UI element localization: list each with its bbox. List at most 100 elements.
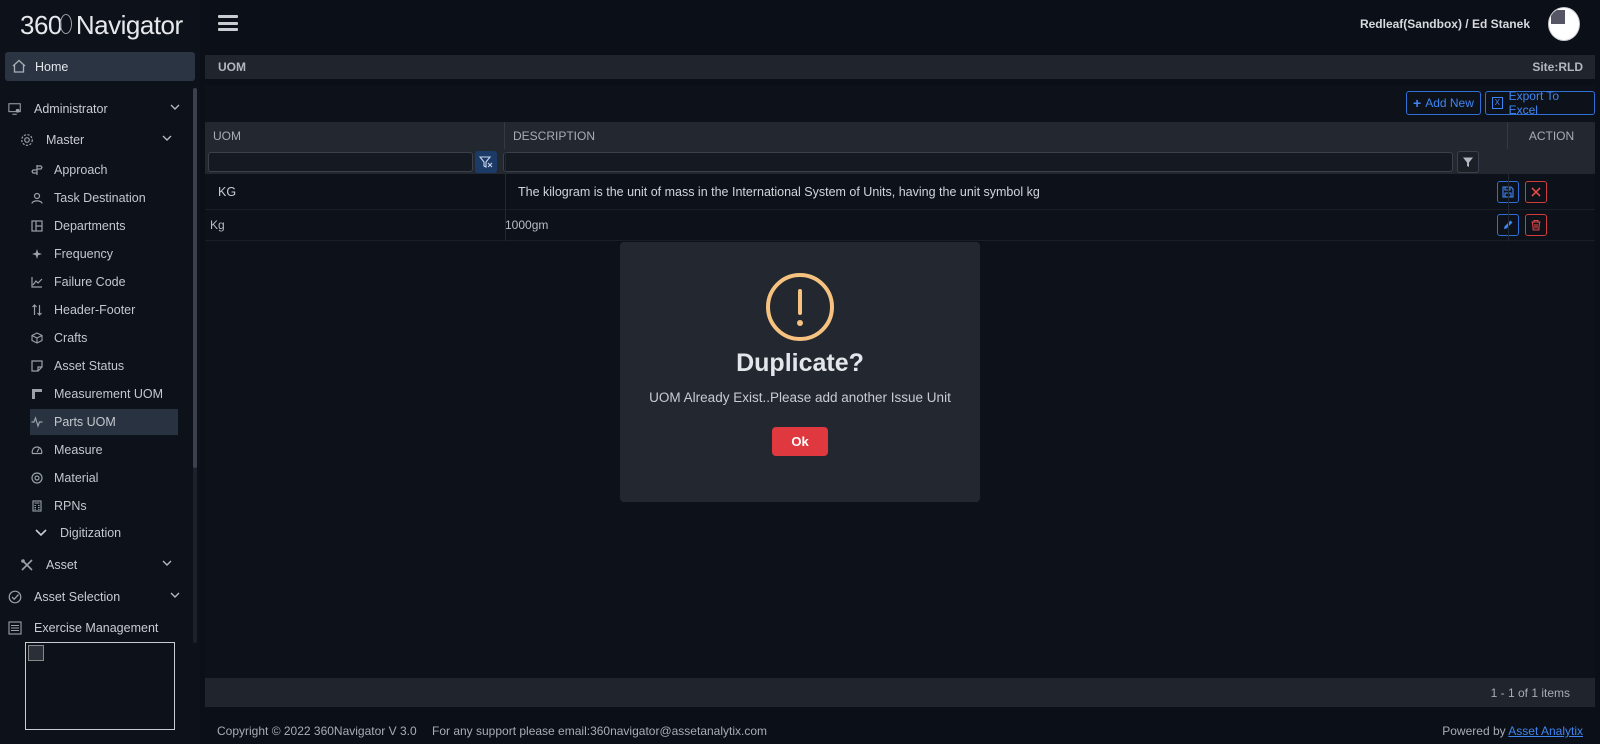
app-logo[interactable]: 360 Navigator: [0, 0, 200, 50]
sidebar-item-material[interactable]: Material: [30, 465, 178, 491]
sidebar-group-asset-selection[interactable]: Asset Selection: [8, 587, 180, 607]
target-icon: [30, 471, 44, 485]
sidebar-item-home[interactable]: Home: [5, 52, 195, 81]
sidebar-group-label: Exercise Management: [34, 621, 159, 635]
chevron-down-icon: [170, 104, 180, 114]
sidebar-scrollbar-thumb[interactable]: [193, 88, 197, 468]
sidebar-group-exercise-management[interactable]: Exercise Management: [8, 618, 183, 638]
sidebar-group-asset[interactable]: Asset: [20, 555, 172, 575]
clear-filter-icon[interactable]: [475, 151, 497, 173]
layout-icon: [30, 219, 44, 233]
excel-icon: X: [1492, 97, 1503, 109]
uom-filter-input[interactable]: [208, 152, 473, 172]
sidebar-item-label: Measurement UOM: [54, 387, 164, 401]
sidebar-item-departments[interactable]: Departments: [30, 213, 178, 239]
sidebar-group-label: Administrator: [34, 102, 108, 116]
column-header-description[interactable]: DESCRIPTION: [505, 122, 1508, 149]
grid-filter-row: [205, 149, 1595, 174]
cancel-button[interactable]: [1525, 181, 1547, 203]
sidebar-item-label: RPNs: [54, 499, 87, 513]
ruler-icon: [30, 387, 44, 401]
dialog-message: UOM Already Exist..Please add another Is…: [649, 390, 951, 405]
export-excel-button[interactable]: X Export To Excel: [1485, 89, 1595, 117]
table-row[interactable]: Kg 1000gm: [205, 210, 1595, 241]
sparkle-icon: [30, 247, 44, 261]
sidebar-item-label: Asset Status: [54, 359, 125, 373]
footer-left: Copyright © 2022 360Navigator V 3.0 For …: [217, 724, 767, 738]
copyright-text: Copyright © 2022 360Navigator V 3.0: [217, 724, 417, 738]
powered-by-text: Powered by: [1442, 724, 1506, 738]
filter-icon[interactable]: [1457, 151, 1479, 173]
column-header-uom[interactable]: UOM: [205, 122, 505, 149]
box-icon: [30, 331, 44, 345]
sidebar-item-parts-uom[interactable]: Parts UOM: [30, 409, 178, 435]
footer: Copyright © 2022 360Navigator V 3.0 For …: [205, 720, 1595, 742]
tools-icon: [20, 558, 34, 572]
uom-cell: Kg: [210, 218, 225, 232]
topbar: Redleaf(Sandbox) / Ed Stanek: [200, 0, 1600, 47]
sidebar-item-approach[interactable]: Approach: [30, 157, 178, 183]
sidebar-item-label: Task Destination: [54, 191, 146, 205]
column-divider: [505, 122, 506, 241]
sidebar-item-crafts[interactable]: Crafts: [30, 325, 178, 351]
sidebar-item-label: Frequency: [54, 247, 114, 261]
note-icon: [30, 359, 44, 373]
page-title: UOM: [218, 60, 246, 74]
pager-info: 1 - 1 of 1 items: [205, 678, 1595, 707]
user-icon: [30, 191, 44, 205]
user-label[interactable]: Redleaf(Sandbox) / Ed Stanek: [1360, 17, 1530, 31]
description-cell[interactable]: The kilogram is the unit of mass in the …: [518, 174, 1040, 209]
sidebar: 360 Navigator Home Administrator Master …: [0, 0, 200, 744]
sidebar-item-header-footer[interactable]: Header-Footer: [30, 297, 178, 323]
sidebar-item-label: Digitization: [60, 526, 122, 540]
sidebar-group-label: Asset: [46, 558, 78, 572]
line-chart-icon: [30, 275, 44, 289]
chevron-down-icon: [162, 560, 172, 570]
description-filter-input[interactable]: [503, 152, 1453, 172]
sidebar-group-administrator[interactable]: Administrator: [8, 99, 180, 119]
sidebar-item-digitization[interactable]: Digitization: [34, 520, 182, 546]
sidebar-item-label: Measure: [54, 443, 103, 457]
chevron-down-icon: [34, 526, 48, 540]
broken-image-icon: [28, 645, 44, 661]
column-divider: [1508, 122, 1509, 241]
sidebar-item-label: Approach: [54, 163, 108, 177]
list-icon: [8, 621, 22, 635]
add-new-label: Add New: [1425, 96, 1474, 110]
sidebar-group-master[interactable]: Master: [20, 130, 172, 150]
sidebar-item-frequency[interactable]: Frequency: [30, 241, 178, 267]
site-label: Site:RLD: [1532, 60, 1583, 74]
broken-image-icon: [1551, 10, 1565, 24]
asset-analytix-link[interactable]: Asset Analytix: [1508, 724, 1583, 738]
hamburger-menu-icon[interactable]: [218, 15, 238, 31]
sidebar-item-asset-status[interactable]: Asset Status: [30, 353, 178, 379]
sidebar-item-measurement-uom[interactable]: Measurement UOM: [30, 381, 178, 407]
warning-icon: [766, 273, 834, 341]
sidebar-image-placeholder: [25, 642, 175, 730]
avatar[interactable]: [1548, 7, 1580, 41]
sidebar-item-failure-code[interactable]: Failure Code: [30, 269, 178, 295]
sidebar-item-label: Crafts: [54, 331, 88, 345]
home-icon: [11, 58, 27, 74]
table-row-editing[interactable]: KG The kilogram is the unit of mass in t…: [205, 174, 1595, 210]
plus-icon: +: [1413, 95, 1422, 111]
grid-header: UOM DESCRIPTION ACTION: [205, 122, 1595, 149]
sidebar-item-label: Home: [35, 59, 69, 74]
add-new-button[interactable]: + Add New: [1406, 91, 1481, 115]
sort-arrows-icon: [30, 303, 44, 317]
uom-cell[interactable]: KG: [218, 174, 236, 209]
delete-button[interactable]: [1525, 214, 1547, 236]
sidebar-item-task-destination[interactable]: Task Destination: [30, 185, 178, 211]
breadcrumb: UOM Site:RLD: [205, 55, 1595, 79]
signpost-icon: [30, 163, 44, 177]
description-cell: 1000gm: [505, 218, 549, 232]
logo-text: Navigator: [75, 9, 183, 40]
ok-button[interactable]: Ok: [772, 427, 828, 456]
sidebar-item-rpns[interactable]: RPNs: [30, 493, 178, 519]
support-text: For any support please email:360navigato…: [431, 724, 768, 738]
sidebar-item-label: Failure Code: [54, 275, 126, 289]
sidebar-item-measure[interactable]: Measure: [30, 437, 178, 463]
chevron-down-icon: [162, 135, 172, 145]
column-header-action: ACTION: [1528, 128, 1575, 143]
pulse-icon: [30, 415, 44, 429]
